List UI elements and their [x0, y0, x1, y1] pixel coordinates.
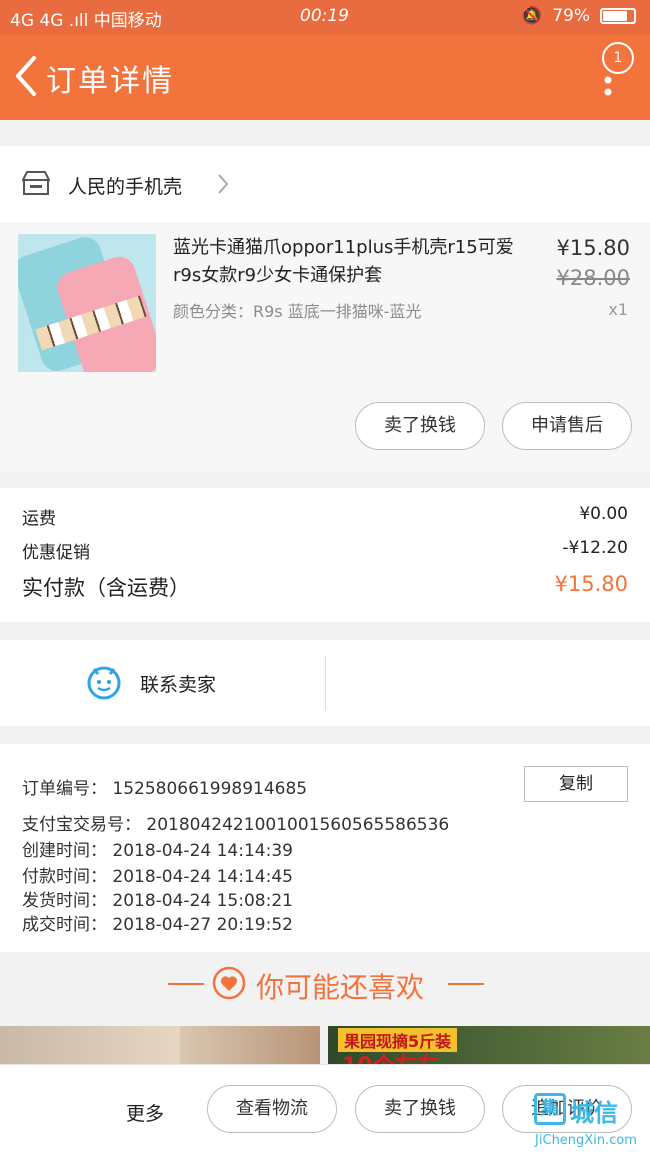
- fees-section: 运费 ¥0.00 优惠促销 -¥12.20 实付款（含运费） ¥15.80: [0, 488, 650, 622]
- resell-button[interactable]: 卖了换钱: [355, 1085, 485, 1133]
- product-name[interactable]: 蓝光卡通猫爪oppor11plus手机壳r15可爱r9s女款r9少女卡通保护套: [173, 234, 525, 290]
- bell-mute-icon: 🔕: [521, 6, 543, 26]
- watermark-logo: 集: [534, 1093, 566, 1125]
- store-icon: [22, 171, 50, 195]
- recommend-banner[interactable]: 果园现摘5斤装 10个左右: [0, 1026, 650, 1066]
- total-value: ¥15.80: [554, 572, 628, 596]
- bottom-action-bar: 更多 查看物流 卖了换钱 追加评价 集 城信 JiChengXin.com: [0, 1064, 650, 1155]
- page-title: 订单详情: [46, 64, 174, 99]
- alipay-number: 支付宝交易号： 2018042421001001560565586536: [22, 815, 450, 835]
- total-row: 实付款（含运费） ¥15.80: [22, 572, 628, 602]
- status-bar: 4G 4G .ıll 中国移动 00:19 🔕 79%: [0, 0, 650, 34]
- battery-percent: 79%: [552, 6, 590, 26]
- watermark-url: JiChengXin.com: [535, 1133, 637, 1148]
- shipping-value: ¥0.00: [579, 504, 628, 524]
- battery-icon: [600, 8, 636, 24]
- heart-icon: [212, 966, 246, 1000]
- total-label: 实付款（含运费）: [22, 576, 190, 600]
- after-sale-button[interactable]: 申请售后: [502, 402, 632, 450]
- product-original-price: ¥28.00: [556, 266, 630, 290]
- banner-image[interactable]: [180, 1026, 320, 1066]
- notification-badge[interactable]: 1: [602, 42, 634, 74]
- chevron-left-icon[interactable]: [12, 54, 42, 98]
- view-logistics-button[interactable]: 查看物流: [207, 1085, 337, 1133]
- more-button[interactable]: 更多: [126, 1099, 164, 1126]
- chat-bubble-icon[interactable]: [86, 664, 122, 700]
- product-card: 蓝光卡通猫爪oppor11plus手机壳r15可爱r9s女款r9少女卡通保护套 …: [0, 222, 650, 472]
- discount-label: 优惠促销: [22, 543, 90, 563]
- divider: [325, 656, 326, 710]
- completed-time: 成交时间： 2018-04-27 20:19:52: [22, 915, 293, 935]
- recommend-header: 你可能还喜欢: [0, 952, 650, 1016]
- discount-row: 优惠促销 -¥12.20: [22, 538, 628, 563]
- contact-section: 联系卖家: [0, 640, 650, 726]
- product-quantity: x1: [608, 300, 628, 319]
- product-thumbnail[interactable]: [18, 234, 156, 372]
- order-number: 订单编号： 1525806619989​14685: [22, 779, 308, 799]
- recommend-title: 你可能还喜欢: [256, 971, 425, 1004]
- copy-button[interactable]: 复制: [524, 766, 628, 802]
- divider: [448, 983, 484, 985]
- status-right: 🔕 79%: [521, 6, 636, 26]
- paid-time: 付款时间： 2018-04-24 14:14:45: [22, 867, 293, 887]
- banner-image[interactable]: [0, 1026, 180, 1066]
- app-header: 订单详情 1: [0, 34, 650, 120]
- watermark-text: 城信: [570, 1099, 618, 1127]
- shipping-label: 运费: [22, 509, 56, 529]
- shipping-row: 运费 ¥0.00: [22, 504, 628, 529]
- shipped-time: 发货时间： 2018-04-24 15:08:21: [22, 891, 293, 911]
- shop-row[interactable]: 人民的手机壳: [0, 146, 650, 222]
- contact-seller-button[interactable]: 联系卖家: [140, 670, 216, 697]
- shop-name: 人民的手机壳: [68, 176, 183, 198]
- discount-value: -¥12.20: [562, 538, 628, 558]
- watermark: 集 城信 JiChengXin.com: [526, 1093, 646, 1153]
- carrier-label: 4G 4G .ıll 中国移动: [10, 11, 162, 31]
- product-variant: 颜色分类：R9s 蓝底一排猫咪-蓝光: [173, 302, 422, 321]
- divider: [168, 983, 204, 985]
- order-info-section: 订单编号： 1525806619989​14685 复制 支付宝交易号： 201…: [0, 744, 650, 952]
- clock: 00:19: [300, 6, 349, 26]
- resell-button[interactable]: 卖了换钱: [355, 402, 485, 450]
- created-time: 创建时间： 2018-04-24 14:14:39: [22, 841, 293, 861]
- banner-image[interactable]: 果园现摘5斤装 10个左右: [328, 1026, 650, 1066]
- chevron-right-icon: [218, 174, 229, 194]
- product-price: ¥15.80: [556, 236, 630, 260]
